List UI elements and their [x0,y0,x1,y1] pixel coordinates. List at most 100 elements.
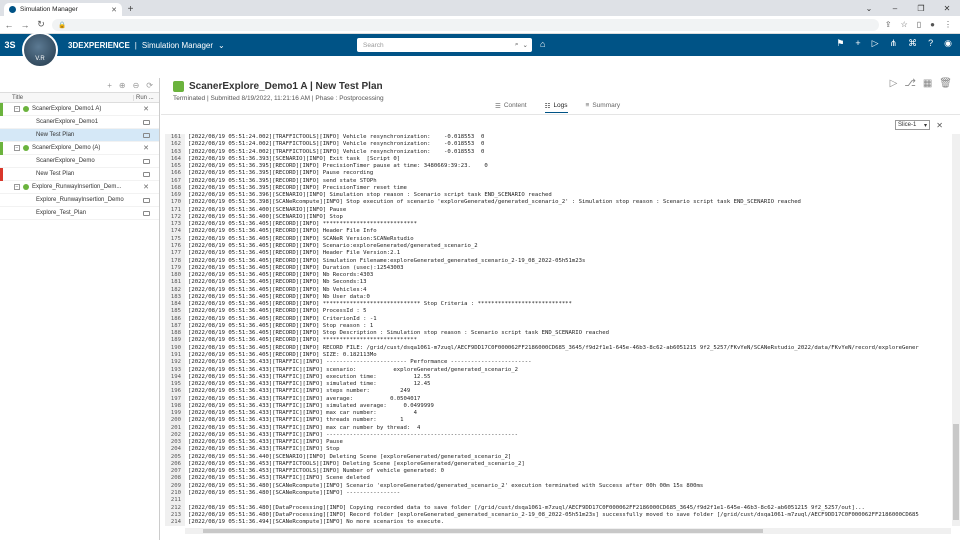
logs-icon: ☷ [544,103,551,110]
refresh-icon[interactable]: ⟳ [146,81,153,90]
reload-icon[interactable]: ↻ [36,19,46,30]
delete-icon[interactable]: 🗑 [939,78,952,89]
view-tabs: ☰ Content ☷ Logs ≡ Summary [495,102,620,113]
collapse-icon[interactable]: − [14,184,20,190]
profile-icon[interactable]: ● [930,20,935,29]
collapse-icon[interactable]: − [14,106,20,112]
log-text: [2022/08/19 05:51:36.480][SCANeRcompute]… [188,490,401,497]
log-text: [2022/08/19 05:51:36.433][TRAFFIC][INFO]… [188,417,404,424]
add-icon[interactable]: + [855,38,860,49]
log-text: [2022/08/19 05:51:36.405][RECORD][INFO] … [188,228,377,235]
tag-icon[interactable]: ⌂ [540,39,545,49]
restore-icon[interactable]: ❐ [908,0,934,16]
tree-row[interactable]: Explore_Test_Plan [0,207,159,220]
close-icon[interactable]: ✕ [143,144,149,152]
log-line: 181 [2022/08/19 05:51:36.405][RECORD][INF… [165,279,951,287]
compass-icon[interactable]: V.R [22,32,58,68]
log-text: [2022/08/19 05:51:36.433][TRAFFIC][INFO]… [188,359,532,366]
add-icon[interactable]: + [107,81,112,90]
tree-row-label: ScanerExplore_Demo1 A) [32,106,102,112]
line-number: 178 [165,257,185,265]
bookmark-star-icon[interactable]: ☆ [901,20,908,29]
line-number: 214 [165,519,185,526]
line-number: 164 [165,155,185,164]
import-icon[interactable]: ⊕ [119,81,126,90]
help-icon[interactable]: ? [928,38,933,49]
tree-row[interactable]: − ScanerExplore_Demo (A) ✕ [0,142,159,155]
close-icon[interactable]: ✕ [143,183,149,191]
minimize-icon[interactable]: – [882,0,908,16]
slice-select[interactable]: Slice-1 ▾ [895,120,930,130]
status-bar [0,142,3,155]
sidepanel-icon[interactable]: ▯ [917,20,921,29]
scroll-thumb[interactable] [953,424,959,520]
menu-kebab-icon[interactable]: ⋮ [944,20,952,29]
horizontal-scrollbar[interactable] [185,528,951,534]
close-tab-icon[interactable]: ✕ [111,6,117,14]
close-icon[interactable]: ✕ [143,105,149,113]
url-field[interactable]: 🔒 [52,18,879,31]
tree-row[interactable]: − ScanerExplore_Demo1 A) ✕ [0,103,159,116]
collapse-icon[interactable]: − [14,145,20,151]
log-line: 174 [2022/08/19 05:51:36.405][RECORD][INF… [165,228,951,236]
share-icon[interactable]: ⇪ [885,20,892,29]
compare-icon[interactable]: ⎇ [904,78,916,89]
status-box-icon[interactable] [142,171,150,177]
line-number: 191 [165,351,185,360]
status-box-icon[interactable] [142,132,150,138]
chevron-down-icon[interactable]: ⌄ [523,41,528,49]
tree-row[interactable]: Explore_RunwayInsertion_Demo [0,194,159,207]
status-box-icon[interactable] [142,158,150,164]
tree-row[interactable]: ScanerExplore_Demo [0,155,159,168]
log-line: 197 [2022/08/19 05:51:36.433][TRAFFIC][IN… [165,395,951,403]
close-icon[interactable]: ✕ [936,121,943,130]
chevron-down-icon[interactable]: ⌄ [218,41,225,50]
line-number: 169 [165,192,185,200]
close-window-icon[interactable]: ✕ [934,0,960,16]
status-box-icon[interactable] [142,197,150,203]
log-text: [2022/08/19 05:51:24.002][TRAFFICTOOLS][… [188,148,485,155]
forward-icon[interactable]: → [20,20,30,30]
tab-summary[interactable]: ≡ Summary [586,102,621,113]
play-icon[interactable]: ▷ [872,38,879,49]
divider [161,114,960,115]
tree-row[interactable]: New Test Plan [0,168,159,181]
log-text: [2022/08/19 05:51:36.405][RECORD][INFO] … [188,264,404,271]
share-network-icon[interactable]: ⋔ [890,38,898,49]
table-icon[interactable]: ▦ [923,78,932,89]
line-number: 197 [165,395,185,403]
status-box-icon[interactable] [142,119,150,125]
scroll-thumb[interactable] [203,529,763,533]
status-box-icon[interactable] [142,210,150,216]
run-icon[interactable]: ▷ [890,78,898,89]
tree-header: Title Run ... [0,92,159,103]
search-input[interactable]: Search ⌕ ⌄ [357,38,532,52]
topbar-actions: ⚑ + ▷ ⋔ ⌘ ? ◉ [836,38,952,49]
remove-icon[interactable]: ⊖ [133,81,140,90]
col-run[interactable]: Run ... [133,94,159,101]
back-icon[interactable]: ← [4,20,14,30]
log-line: 173 [2022/08/19 05:51:36.405][RECORD][INF… [165,221,951,229]
brand-name: 3DEXPERIENCE [68,40,130,50]
tree-row[interactable]: − Explore_RunwayInsertion_Dem... ✕ [0,181,159,194]
new-tab-icon[interactable]: + [124,3,137,16]
tree-row[interactable]: ScanerExplore_Demo1 [0,116,159,129]
app-brand[interactable]: 3DEXPERIENCE | Simulation Manager ⌄ [68,41,225,50]
tree-rows: − ScanerExplore_Demo1 A) ✕ ScanerExplore_De… [0,103,159,220]
collaborate-icon[interactable]: ⚑ [836,38,844,49]
col-title[interactable]: Title [0,95,133,101]
tree-row[interactable]: New Test Plan [0,129,159,142]
line-number: 202 [165,431,185,440]
search-icon[interactable]: ⌕ [515,41,519,49]
log-viewer[interactable]: 161 [2022/08/19 05:51:24.002][TRAFFICTOOL… [165,134,951,526]
line-number: 206 [165,460,185,469]
apps-icon[interactable]: ⌘ [908,38,917,49]
tab-content[interactable]: ☰ Content [495,102,527,113]
vertical-scrollbar[interactable] [952,134,960,526]
browser-tab[interactable]: Simulation Manager ✕ [4,3,122,16]
tab-logs[interactable]: ☷ Logs [544,102,568,113]
chevron-down-icon[interactable]: ⌄ [856,0,882,16]
log-line: 199 [2022/08/19 05:51:36.433][TRAFFIC][IN… [165,410,951,418]
tree-row-label: ScanerExplore_Demo [36,158,95,164]
user-avatar-icon[interactable]: ◉ [944,38,952,49]
